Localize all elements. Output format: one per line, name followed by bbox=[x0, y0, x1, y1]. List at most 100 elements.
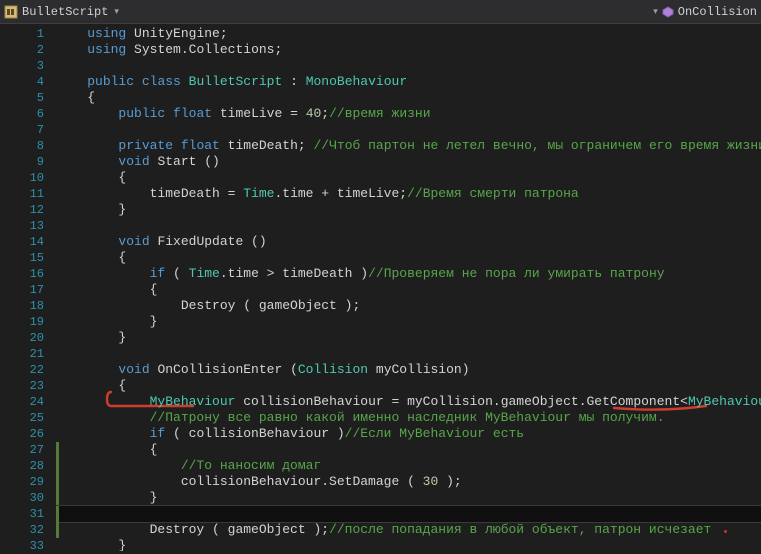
token-type: MyBehaviour bbox=[150, 394, 236, 409]
indent bbox=[56, 410, 150, 425]
token-type: Time bbox=[243, 186, 274, 201]
code-line[interactable]: using System.Collections; bbox=[56, 42, 761, 58]
code-line[interactable]: Destroy ( gameObject ); bbox=[56, 298, 761, 314]
code-line[interactable]: public class BulletScript : MonoBehaviou… bbox=[56, 74, 761, 90]
token-pl bbox=[181, 74, 189, 89]
indent bbox=[56, 26, 87, 41]
indent bbox=[56, 314, 150, 329]
indent bbox=[56, 234, 118, 249]
code-editor[interactable]: 1234567891011121314151617181920212223242… bbox=[0, 24, 761, 551]
code-line[interactable]: { bbox=[56, 442, 761, 458]
line-number: 32 bbox=[0, 522, 44, 538]
token-pl: ( bbox=[165, 266, 188, 281]
indent bbox=[56, 522, 150, 537]
token-pl: : bbox=[282, 74, 305, 89]
token-pl bbox=[126, 26, 134, 41]
token-pl: { bbox=[150, 442, 158, 457]
token-pl: ( collisionBehaviour ) bbox=[165, 426, 344, 441]
line-number: 4 bbox=[0, 74, 44, 90]
token-pl: } bbox=[150, 314, 158, 329]
token-pl: { bbox=[118, 378, 126, 393]
token-pl bbox=[126, 42, 134, 57]
token-pl: Destroy ( gameObject ); bbox=[181, 298, 360, 313]
code-line[interactable]: Destroy ( gameObject );//после попадания… bbox=[56, 522, 761, 538]
token-type: BulletScript bbox=[189, 74, 283, 89]
member-dropdown[interactable]: ▾ OnCollision bbox=[651, 5, 757, 19]
indent bbox=[56, 154, 118, 169]
tab-bar: BulletScript ▾ ▾ OnCollision bbox=[0, 0, 761, 24]
member-name: OnCollision bbox=[678, 5, 757, 19]
code-area[interactable]: using UnityEngine; using System.Collecti… bbox=[56, 24, 761, 551]
indent bbox=[56, 170, 118, 185]
change-marker bbox=[56, 474, 59, 490]
code-line[interactable]: void OnCollisionEnter (Collision myColli… bbox=[56, 362, 761, 378]
chevron-down-icon[interactable]: ▾ bbox=[653, 7, 658, 17]
token-pl: ; bbox=[321, 106, 329, 121]
code-line[interactable]: void FixedUpdate () bbox=[56, 234, 761, 250]
code-line[interactable]: } bbox=[56, 314, 761, 330]
indent bbox=[56, 186, 150, 201]
token-pl: } bbox=[118, 330, 126, 345]
file-tab[interactable]: BulletScript ▾ bbox=[4, 5, 119, 19]
token-num: 30 bbox=[423, 474, 439, 489]
token-pl bbox=[173, 138, 181, 153]
line-number: 6 bbox=[0, 106, 44, 122]
code-line[interactable]: //То наносим домаг bbox=[56, 458, 761, 474]
csharp-file-icon bbox=[4, 5, 18, 19]
code-line[interactable] bbox=[56, 506, 761, 522]
line-number: 14 bbox=[0, 234, 44, 250]
code-line[interactable]: { bbox=[56, 90, 761, 106]
code-line[interactable] bbox=[56, 58, 761, 74]
token-pl: Destroy ( gameObject ); bbox=[150, 522, 329, 537]
code-line[interactable]: if ( Time.time > timeDeath )//Проверяем … bbox=[56, 266, 761, 282]
code-line[interactable]: public float timeLive = 40;//время жизни bbox=[56, 106, 761, 122]
line-number: 17 bbox=[0, 282, 44, 298]
line-number: 11 bbox=[0, 186, 44, 202]
code-line[interactable]: timeDeath = Time.time + timeLive;//Время… bbox=[56, 186, 761, 202]
indent bbox=[56, 90, 87, 105]
code-line[interactable] bbox=[56, 346, 761, 362]
token-pl: } bbox=[150, 490, 158, 505]
code-line[interactable]: } bbox=[56, 490, 761, 506]
code-line[interactable] bbox=[56, 122, 761, 138]
code-line[interactable]: } bbox=[56, 538, 761, 551]
token-pl: System.Collections bbox=[134, 42, 274, 57]
code-line[interactable]: private float timeDeath; //Чтоб партон н… bbox=[56, 138, 761, 154]
token-type: MyBehaviour bbox=[688, 394, 761, 409]
token-pl: .time > timeDeath ) bbox=[220, 266, 368, 281]
code-line[interactable]: MyBehaviour collisionBehaviour = myColli… bbox=[56, 394, 761, 410]
line-number: 19 bbox=[0, 314, 44, 330]
code-line[interactable]: if ( collisionBehaviour )//Если MyBehavi… bbox=[56, 426, 761, 442]
indent bbox=[56, 138, 118, 153]
code-line[interactable] bbox=[56, 218, 761, 234]
code-line[interactable]: using UnityEngine; bbox=[56, 26, 761, 42]
code-line[interactable]: } bbox=[56, 330, 761, 346]
token-cm: //Патрону все равно какой именно наследн… bbox=[150, 410, 665, 425]
line-number: 24 bbox=[0, 394, 44, 410]
code-line[interactable]: collisionBehaviour.SetDamage ( 30 ); bbox=[56, 474, 761, 490]
code-line[interactable]: } bbox=[56, 202, 761, 218]
code-line[interactable]: void Start () bbox=[56, 154, 761, 170]
chevron-down-icon[interactable]: ▾ bbox=[114, 7, 119, 17]
line-number: 13 bbox=[0, 218, 44, 234]
code-line[interactable]: { bbox=[56, 170, 761, 186]
token-type: Time bbox=[189, 266, 220, 281]
code-line[interactable]: { bbox=[56, 282, 761, 298]
code-line[interactable]: { bbox=[56, 378, 761, 394]
token-pl: myCollision) bbox=[368, 362, 469, 377]
line-number: 20 bbox=[0, 330, 44, 346]
line-number: 22 bbox=[0, 362, 44, 378]
token-pl: .time + timeLive; bbox=[274, 186, 407, 201]
indent bbox=[56, 74, 87, 89]
token-pl: { bbox=[118, 250, 126, 265]
token-pl: Start () bbox=[150, 154, 220, 169]
code-line[interactable]: { bbox=[56, 250, 761, 266]
code-line[interactable]: //Патрону все равно какой именно наследн… bbox=[56, 410, 761, 426]
indent bbox=[56, 106, 118, 121]
token-pl: OnCollisionEnter ( bbox=[150, 362, 298, 377]
token-kw: private bbox=[118, 138, 173, 153]
indent bbox=[56, 42, 87, 57]
token-kw: if bbox=[150, 426, 166, 441]
indent bbox=[56, 298, 181, 313]
token-type: Collision bbox=[298, 362, 368, 377]
